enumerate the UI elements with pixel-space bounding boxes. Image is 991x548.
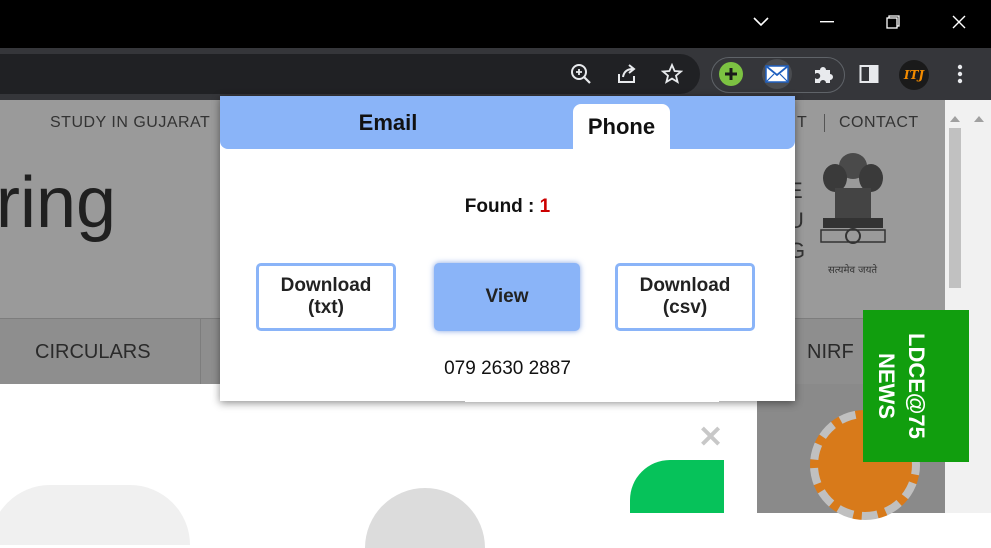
national-emblem-icon xyxy=(813,148,893,273)
found-summary: Found : 1 xyxy=(220,196,795,218)
decorative-circle xyxy=(0,485,190,545)
popup-tabs: Email Phone xyxy=(220,96,795,149)
nav-circulars[interactable]: CIRCULARS xyxy=(35,341,151,364)
tab-phone[interactable]: Phone xyxy=(573,104,670,149)
tab-email[interactable]: Email xyxy=(335,96,441,149)
tab-search-chevron-icon[interactable] xyxy=(738,0,784,44)
browser-titlebar xyxy=(0,0,991,48)
extension-popup: Email Phone Found : 1 Download (txt) Vie… xyxy=(220,96,795,402)
scrollbar-thumb[interactable] xyxy=(949,128,961,288)
news-sticky-button[interactable]: LDCE@75 NEWS xyxy=(863,310,969,462)
side-panel-icon[interactable] xyxy=(855,60,883,88)
bookmark-star-icon[interactable] xyxy=(658,60,686,88)
popup-bottom-gap xyxy=(465,399,719,402)
zoom-icon[interactable] xyxy=(567,60,595,88)
site-heading: ring xyxy=(0,163,117,243)
email-extractor-icon[interactable] xyxy=(762,59,792,89)
kebab-menu-icon[interactable] xyxy=(946,60,974,88)
nav-nirf[interactable]: NIRF xyxy=(807,341,854,364)
address-bar[interactable] xyxy=(0,54,700,94)
share-icon[interactable] xyxy=(613,60,641,88)
download-txt-button[interactable]: Download (txt) xyxy=(256,263,396,331)
profile-avatar[interactable]: ITJ xyxy=(899,60,929,90)
close-icon[interactable]: ✕ xyxy=(698,420,723,455)
minimize-icon[interactable] xyxy=(804,0,850,44)
plus-extension-icon[interactable] xyxy=(717,60,745,88)
found-label: Found : xyxy=(464,196,535,217)
download-csv-button[interactable]: Download (csv) xyxy=(615,263,755,331)
top-nav-contact[interactable]: CONTACT xyxy=(839,114,919,132)
nav-divider xyxy=(824,114,825,132)
green-banner xyxy=(630,460,724,513)
found-count: 1 xyxy=(539,196,551,217)
restore-icon[interactable] xyxy=(870,0,916,44)
top-nav-study[interactable]: STUDY IN GUJARAT xyxy=(50,114,210,132)
puzzle-icon[interactable] xyxy=(809,60,837,88)
close-window-icon[interactable] xyxy=(936,0,982,44)
scroll-up-arrow-icon[interactable] xyxy=(950,110,960,128)
phone-result: 079 2630 2887 xyxy=(444,358,571,379)
scroll-up-arrow-icon[interactable] xyxy=(974,110,984,128)
top-nav-partial[interactable]: T xyxy=(797,114,807,132)
news-label: LDCE@75 NEWS xyxy=(874,333,929,439)
emblem-caption: सत्यमेव जयते xyxy=(828,265,878,276)
view-button[interactable]: View xyxy=(434,263,580,331)
nav-divider xyxy=(200,319,201,385)
